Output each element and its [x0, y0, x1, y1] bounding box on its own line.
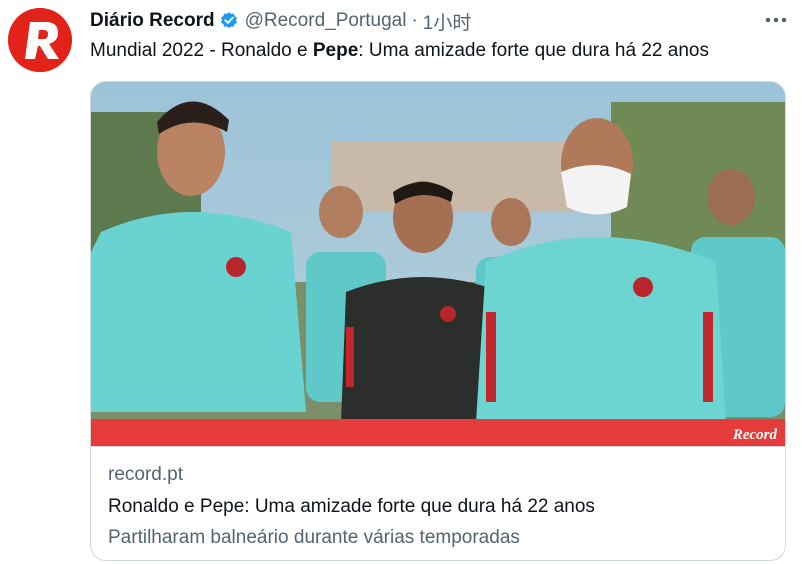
card-body[interactable]: record.pt Ronaldo e Pepe: Uma amizade fo…: [91, 446, 785, 560]
timestamp[interactable]: 1小时: [423, 8, 472, 35]
tweet-text-part: Mundial 2022 - Ronaldo e: [90, 40, 313, 61]
tweet-header: Diário Record @Record_Portugal · 1小时: [90, 8, 472, 35]
more-options-button[interactable]: [762, 9, 790, 31]
author-handle[interactable]: @Record_Portugal: [245, 10, 407, 32]
verified-badge-icon: [219, 11, 239, 31]
display-name[interactable]: Diário Record: [90, 10, 215, 32]
card-title: Ronaldo e Pepe: Uma amizade forte que du…: [108, 496, 595, 517]
tweet-text-part: : Uma amizade forte que dura há 22 anos: [358, 40, 709, 61]
record-logo-icon: [8, 8, 72, 72]
card-image[interactable]: Record: [91, 82, 785, 446]
avatar[interactable]: [8, 8, 72, 72]
tweet-text: Mundial 2022 - Ronaldo e Pepe: Uma amiza…: [90, 40, 709, 62]
card-domain: record.pt: [108, 464, 183, 485]
card-description: Partilharam balneário durante várias tem…: [108, 527, 520, 548]
card-image-brand: Record: [732, 427, 778, 443]
separator-dot: ·: [411, 10, 418, 31]
link-card[interactable]: Record record.pt Ronaldo e Pepe: Uma ami…: [90, 81, 786, 561]
tweet-text-bold: Pepe: [312, 40, 359, 61]
more-horizontal-icon: [765, 17, 787, 23]
